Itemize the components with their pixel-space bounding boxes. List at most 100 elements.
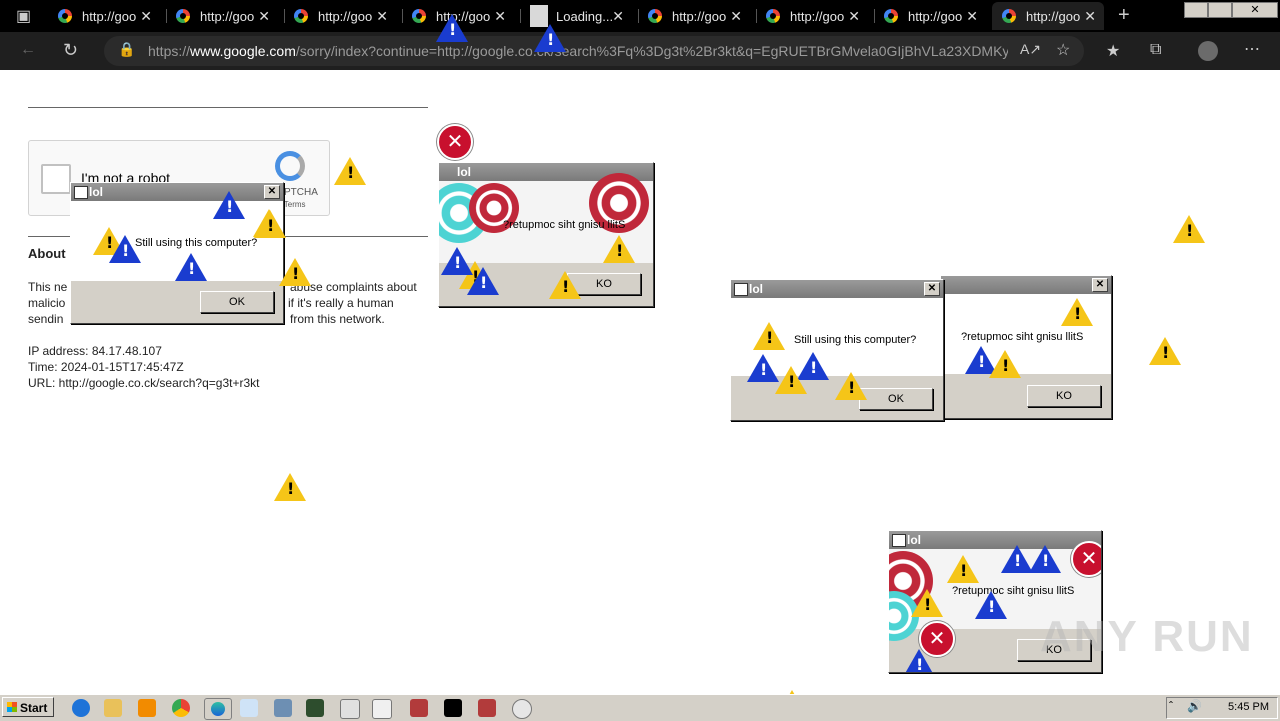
tab-bar: ▣ http://goo ✕ http://goo ✕ http://goo ✕ ht… [0,0,1280,32]
timestamp: Time: 2024-01-15T17:45:47Z [28,360,184,374]
watermark: ANY RUN [1040,612,1254,661]
google-icon [412,9,426,23]
ok-button[interactable]: OK [859,388,933,410]
about-text-left-3: sendin [28,312,64,326]
app-window-icon[interactable] [478,699,496,717]
dialog-message: Still using this computer? [794,334,917,346]
warning-icon [989,350,1021,378]
favorites-icon[interactable]: ★ [1106,41,1120,61]
close-icon[interactable]: ✕ [924,282,940,296]
ko-button[interactable]: KO [1027,385,1101,407]
tab-actions-icon[interactable]: ▣ [16,6,31,26]
close-icon[interactable]: ✕ [1092,278,1108,292]
warning-icon [254,210,286,238]
warning-icon [835,372,867,400]
add-favorite-icon[interactable]: ☆ [1056,40,1070,60]
refresh-icon[interactable]: ↻ [63,40,78,61]
ie-icon[interactable] [72,699,90,717]
address-bar-row: ← ↻ 🔒 https://www.google.com/sorry/index… [0,32,1280,70]
error-icon: ✕ [919,621,955,657]
lol-dialog: lol ✕ Still using this computer? OK [730,279,944,421]
close-tab-icon[interactable]: ✕ [258,8,270,25]
warning-icon-blue [109,235,141,263]
close-tab-icon[interactable]: ✕ [966,8,978,25]
new-tab-icon[interactable]: + [1118,4,1130,27]
terminal-icon[interactable] [306,699,324,717]
browser-tab[interactable]: http://goo ✕ [638,2,750,30]
warning-icon [1061,298,1093,326]
url-domain: www.google.com [190,43,296,59]
document-icon[interactable] [340,699,360,719]
about-text-left-2: malicio [28,296,66,310]
browser-tab[interactable]: http://goo ✕ [48,2,160,30]
close-tab-icon[interactable]: ✕ [612,8,624,25]
program-icon[interactable] [512,699,532,719]
taskbar: Start ˆ 🔊 5:45 PM [0,694,1280,721]
warning-icon-blue [175,253,207,281]
warning-icon [274,473,306,501]
app-window-icon[interactable] [410,699,428,717]
close-tab-icon[interactable]: ✕ [140,8,152,25]
about-text-right-2: if it's really a human [288,296,394,310]
recaptcha-brand: PTCHA [284,187,318,198]
folder-icon[interactable] [104,699,122,717]
browser-tab-active[interactable]: http://goo ✕ [992,2,1104,30]
url-path: /sorry/index?continue=http://google.co.c… [295,43,1008,59]
warning-icon [279,258,311,286]
collections-icon[interactable]: ⧉ [1150,41,1161,59]
warning-icon [947,555,979,583]
dialog-message: Still using this computer? [135,237,258,249]
lock-icon: 🔒 [118,41,136,57]
volume-icon[interactable]: 🔊 [1187,699,1202,713]
dialog-title-bar[interactable]: lol ✕ [71,183,283,201]
media-player-icon[interactable] [138,699,156,717]
start-button[interactable]: Start [2,697,54,717]
more-menu-icon[interactable]: ⋯ [1244,39,1260,59]
clock[interactable]: 5:45 PM [1228,701,1269,713]
windows-logo-icon [7,702,17,712]
google-icon [766,9,780,23]
dialog-title-bar[interactable]: lol ✕ [731,280,943,298]
app-icon [892,534,906,547]
warning-icon [1149,337,1181,365]
ok-button[interactable]: OK [200,291,274,313]
dialog-title-bar[interactable]: ✕ [941,276,1111,294]
warning-icon-blue [436,14,468,42]
browser-tab[interactable]: http://goo ✕ [284,2,396,30]
close-tab-icon[interactable]: ✕ [730,8,742,25]
warning-icon-blue [534,24,566,52]
lol-dialog: lol ✕ Still using this computer? OK [70,182,284,324]
read-aloud-icon[interactable]: A↗ [1020,41,1041,58]
dialog-title-bar[interactable]: lol [889,531,1101,549]
close-tab-icon[interactable]: ✕ [494,8,506,25]
notepad-icon[interactable] [240,699,258,717]
profile-avatar[interactable] [1198,41,1218,61]
ip-address: IP address: 84.17.48.107 [28,344,162,358]
close-tab-icon[interactable]: ✕ [376,8,388,25]
about-text-left-1: This ne [28,280,68,294]
edge-icon[interactable] [204,698,232,720]
restore-button[interactable] [1208,2,1232,18]
divider [28,107,428,108]
recaptcha-checkbox[interactable] [41,164,71,194]
chrome-icon[interactable] [172,699,190,717]
browser-tab[interactable]: http://goo ✕ [166,2,278,30]
google-icon [1002,9,1016,23]
minimize-button[interactable] [1184,2,1208,18]
browser-tab[interactable]: http://goo ✕ [874,2,986,30]
dialog-message: ?retupmoc siht gnisu llitS [952,585,1075,597]
close-window-button[interactable]: ✕ [1232,2,1278,18]
system-tray: ˆ 🔊 5:45 PM [1166,697,1278,719]
url-field[interactable]: 🔒 https://www.google.com/sorry/index?con… [104,36,1084,66]
close-icon[interactable]: ✕ [264,185,280,199]
back-icon[interactable]: ← [20,41,36,59]
close-tab-icon[interactable]: ✕ [1084,8,1096,25]
tray-expand-icon[interactable]: ˆ [1169,699,1173,713]
warning-icon [549,271,581,299]
close-tab-icon[interactable]: ✕ [848,8,860,25]
cmd-icon[interactable] [444,699,462,717]
warning-icon [1173,215,1205,243]
calendar-icon[interactable] [372,699,392,719]
remote-desktop-icon[interactable] [274,699,292,717]
browser-tab[interactable]: http://goo ✕ [756,2,868,30]
